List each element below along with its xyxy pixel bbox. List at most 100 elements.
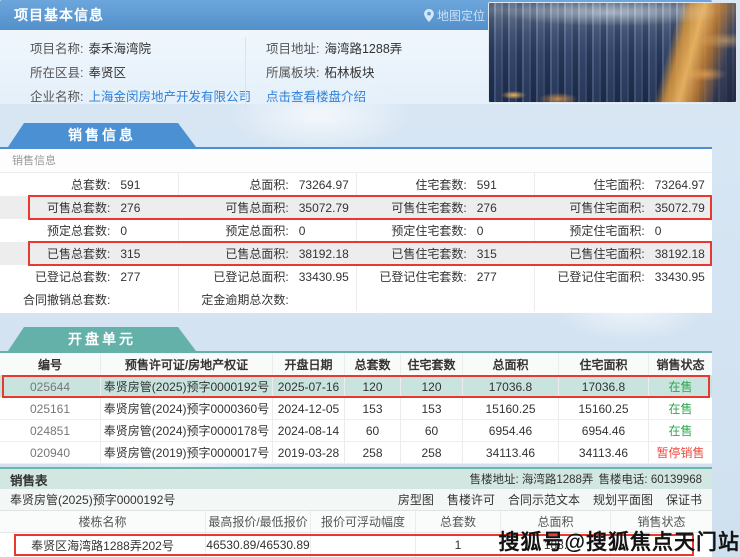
status-badge: 在售	[648, 420, 712, 441]
opening-unit-row[interactable]: 024851 奉贤房管(2024)预字0000178号 2024-08-14 6…	[0, 420, 712, 442]
field-value: 0	[289, 224, 306, 238]
building-float-range	[310, 533, 415, 557]
field-label: 可售总套数:	[0, 199, 110, 216]
field-label: 所在区县:	[30, 66, 83, 80]
contract-template-link[interactable]: 合同示范文本	[508, 491, 580, 508]
sales-office-phone: 售楼电话: 60139968	[598, 471, 702, 487]
unit-license: 奉贤房管(2024)预字0000360号	[100, 398, 272, 419]
sales-info-row-sold: 已售总套数:315 已售总面积:38192.18 已售住宅套数:315 已售住宅…	[0, 242, 712, 265]
field-label: 预定住宅面积:	[535, 222, 645, 239]
project-address-field: 项目地址:海湾路1288弄	[266, 37, 490, 61]
field-label: 已售住宅面积:	[535, 245, 645, 262]
sales-table-license-row: 奉贤房管(2025)预字0000192号 房型图 售楼许可 合同示范文本 规划平…	[0, 489, 712, 511]
unit-date: 2019-03-28	[272, 442, 344, 463]
sales-table-header-bar: 销售表 售楼地址: 海湾路1288弄 售楼电话: 60139968	[0, 467, 712, 489]
unit-total-area: 17036.8	[462, 376, 558, 397]
sales-info-row-cancelled: 合同撤销总套数: 定金逾期总次数:	[0, 288, 712, 311]
unit-total-area: 34113.46	[462, 442, 558, 463]
view-intro-link[interactable]: 点击查看楼盘介绍	[266, 90, 366, 104]
unit-license: 奉贤房管(2025)预字0000192号	[100, 376, 272, 397]
view-intro-field: 点击查看楼盘介绍	[266, 85, 490, 109]
field-value: 38192.18	[645, 247, 705, 261]
col-header: 最高报价/最低报价	[205, 511, 310, 532]
unit-res-area: 17036.8	[558, 376, 648, 397]
field-label: 总面积:	[179, 176, 289, 193]
project-block-field: 所属板块:柘林板块	[266, 61, 490, 85]
col-header: 住宅套数	[400, 353, 462, 375]
status-badge: 暂停销售	[648, 442, 712, 463]
field-label: 可售总面积:	[179, 199, 289, 216]
project-info-left-column: 项目名称:泰禾海湾院 所在区县:奉贤区 企业名称:上海金闵房地产开发有限公司	[30, 37, 245, 109]
sales-info-row-reserved: 预定总套数:0 预定总面积:0 预定住宅套数:0 预定住宅面积:0	[0, 219, 712, 242]
field-label: 住宅面积:	[535, 176, 645, 193]
map-locate-link[interactable]: 地图定位	[424, 7, 485, 24]
opening-unit-row[interactable]: 020940 奉贤房管(2019)预字0000017号 2019-03-28 2…	[0, 442, 712, 464]
field-value: 0	[645, 224, 662, 238]
field-label: 已登记总套数:	[0, 268, 110, 285]
col-header: 住宅面积	[558, 353, 648, 375]
unit-license: 奉贤房管(2019)预字0000017号	[100, 442, 272, 463]
sales-permit-link[interactable]: 售楼许可	[447, 491, 495, 508]
field-value: 35072.79	[645, 201, 705, 215]
sales-info-sublabel: 销售信息	[0, 149, 712, 173]
col-header: 楼栋名称	[0, 511, 205, 532]
col-header: 报价可浮动幅度	[310, 511, 415, 532]
sales-info-panel: 销售信息 总套数:591 总面积:73264.97 住宅套数:591 住宅面积:…	[0, 149, 712, 313]
field-value: 73264.97	[645, 178, 705, 192]
field-value: 奉贤区	[88, 66, 126, 80]
field-value: 591	[110, 178, 140, 192]
unit-id: 025161	[0, 398, 100, 419]
field-label: 已售总面积:	[179, 245, 289, 262]
guarantee-link[interactable]: 保证书	[666, 491, 702, 508]
col-header: 预售许可证/房地产权证	[100, 353, 272, 375]
field-value: 315	[467, 247, 497, 261]
planning-map-link[interactable]: 规划平面图	[593, 491, 653, 508]
project-district-field: 所在区县: 奉贤区	[30, 61, 245, 85]
developer-link[interactable]: 上海金闵房地产开发有限公司	[88, 90, 251, 104]
project-name-field: 项目名称:泰禾海湾院	[30, 37, 245, 61]
sales-office-address: 售楼地址: 海湾路1288弄	[469, 471, 593, 487]
field-value: 591	[467, 178, 497, 192]
col-header: 总面积	[462, 353, 558, 375]
project-info-right-column: 项目地址:海湾路1288弄 所属板块:柘林板块 点击查看楼盘介绍	[245, 37, 490, 109]
license-number: 奉贤房管(2025)预字0000192号	[10, 491, 175, 508]
unit-total-units: 60	[344, 420, 400, 441]
sales-info-row-available: 可售总套数:276 可售总面积:35072.79 可售住宅套数:276 可售住宅…	[0, 196, 712, 219]
field-value: 海湾路1288弄	[324, 42, 402, 56]
floorplan-link[interactable]: 房型图	[398, 491, 434, 508]
field-value: 277	[110, 270, 140, 284]
field-value: 0	[467, 224, 484, 238]
field-label: 总套数:	[0, 176, 110, 193]
map-pin-icon	[424, 9, 434, 22]
field-value: 276	[467, 201, 497, 215]
field-label: 所属板块:	[266, 66, 319, 80]
project-photo	[488, 2, 737, 103]
opening-unit-row[interactable]: 025161 奉贤房管(2024)预字0000360号 2024-12-05 1…	[0, 398, 712, 420]
building-name: 奉贤区海湾路1288弄202号	[0, 533, 205, 557]
field-label: 预定住宅套数:	[357, 222, 467, 239]
field-label: 企业名称:	[30, 90, 83, 104]
unit-total-units: 153	[344, 398, 400, 419]
tab-sales-info[interactable]: 销售信息	[8, 123, 196, 147]
tab-opening-units[interactable]: 开盘单元	[8, 327, 196, 351]
field-label: 住宅套数:	[357, 176, 467, 193]
field-label: 已登记总面积:	[179, 268, 289, 285]
opening-unit-row-selected[interactable]: 025644 奉贤房管(2025)预字0000192号 2025-07-16 1…	[0, 376, 712, 398]
sales-office-contact: 售楼地址: 海湾路1288弄 售楼电话: 60139968	[469, 471, 702, 487]
field-label: 已登记住宅套数:	[357, 268, 467, 285]
field-label: 项目名称:	[30, 42, 83, 56]
unit-res-area: 15160.25	[558, 398, 648, 419]
opening-units-section: 开盘单元 编号 预售许可证/房地产权证 开盘日期 总套数 住宅套数 总面积 住宅…	[0, 327, 712, 464]
col-header: 开盘日期	[272, 353, 344, 375]
col-header: 总套数	[415, 511, 500, 532]
field-label: 可售住宅面积:	[535, 199, 645, 216]
unit-total-area: 6954.46	[462, 420, 558, 441]
col-header: 总套数	[344, 353, 400, 375]
map-locate-label: 地图定位	[437, 7, 485, 24]
sales-table-title: 销售表	[10, 470, 48, 489]
building-total-units: 1	[415, 533, 500, 557]
watermark-text: 搜狐号@搜狐焦点天门站	[499, 526, 740, 556]
opening-units-header-row: 编号 预售许可证/房地产权证 开盘日期 总套数 住宅套数 总面积 住宅面积 销售…	[0, 353, 712, 376]
field-label: 定金逾期总次数:	[179, 291, 289, 308]
field-value: 33430.95	[289, 270, 349, 284]
